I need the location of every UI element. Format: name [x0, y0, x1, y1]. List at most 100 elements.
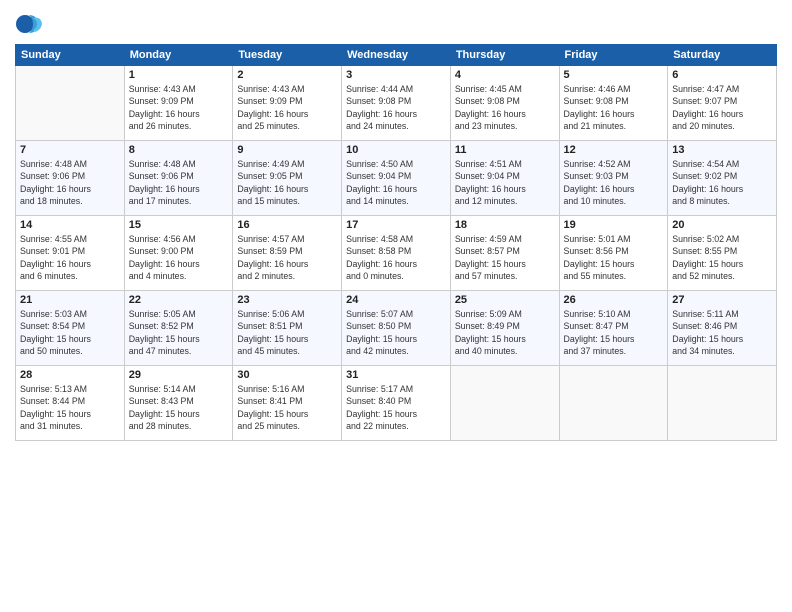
day-info: Sunrise: 4:50 AM Sunset: 9:04 PM Dayligh… [346, 158, 446, 207]
calendar-cell: 19 Sunrise: 5:01 AM Sunset: 8:56 PM Dayli… [559, 216, 668, 291]
calendar-cell: 20 Sunrise: 5:02 AM Sunset: 8:55 PM Dayli… [668, 216, 777, 291]
day-number: 30 [237, 369, 337, 381]
calendar-cell: 15Sunrise: 4:56 AM Sunset: 9:00 PM Dayli… [124, 216, 233, 291]
calendar-cell: 18 Sunrise: 4:59 AM Sunset: 8:57 PM Dayli… [450, 216, 559, 291]
weekday-header-tuesday: Tuesday [233, 45, 342, 66]
day-number: 13 [672, 144, 772, 156]
calendar-cell: 2 Sunrise: 4:43 AM Sunset: 9:09 PM Daylig… [233, 66, 342, 141]
calendar-cell: 9Sunrise: 4:49 AM Sunset: 9:05 PM Daylig… [233, 141, 342, 216]
day-info: Sunrise: 4:49 AM Sunset: 9:05 PM Dayligh… [237, 158, 337, 207]
weekday-header-saturday: Saturday [668, 45, 777, 66]
day-info: Sunrise: 5:02 AM Sunset: 8:55 PM Dayligh… [672, 233, 772, 282]
weekday-header-wednesday: Wednesday [342, 45, 451, 66]
calendar-cell: 25 Sunrise: 5:09 AM Sunset: 8:49 PM Dayli… [450, 291, 559, 366]
logo-icon [15, 10, 43, 38]
day-number: 1 [129, 69, 229, 81]
day-number: 2 [237, 69, 337, 81]
weekday-header-friday: Friday [559, 45, 668, 66]
calendar-cell: 28 Sunrise: 5:13 AM Sunset: 8:44 PM Dayli… [16, 366, 125, 441]
day-number: 21 [20, 294, 120, 306]
calendar-cell: 10Sunrise: 4:50 AM Sunset: 9:04 PM Dayli… [342, 141, 451, 216]
calendar-week-row: 28 Sunrise: 5:13 AM Sunset: 8:44 PM Dayli… [16, 366, 777, 441]
day-number: 22 [129, 294, 229, 306]
day-info: Sunrise: 4:45 AM Sunset: 9:08 PM Dayligh… [455, 83, 555, 132]
day-number: 20 [672, 219, 772, 231]
day-info: Sunrise: 4:47 AM Sunset: 9:07 PM Dayligh… [672, 83, 772, 132]
day-info: Sunrise: 5:16 AM Sunset: 8:41 PM Dayligh… [237, 383, 337, 432]
calendar-week-row: 7 Sunrise: 4:48 AM Sunset: 9:06 PM Daylig… [16, 141, 777, 216]
calendar-cell: 11 Sunrise: 4:51 AM Sunset: 9:04 PM Dayli… [450, 141, 559, 216]
calendar-cell: 24Sunrise: 5:07 AM Sunset: 8:50 PM Dayli… [342, 291, 451, 366]
weekday-header-row: SundayMondayTuesdayWednesdayThursdayFrid… [16, 45, 777, 66]
calendar-cell [450, 366, 559, 441]
day-number: 3 [346, 69, 446, 81]
header [15, 10, 777, 38]
calendar-cell: 12 Sunrise: 4:52 AM Sunset: 9:03 PM Dayli… [559, 141, 668, 216]
day-info: Sunrise: 5:13 AM Sunset: 8:44 PM Dayligh… [20, 383, 120, 432]
weekday-header-sunday: Sunday [16, 45, 125, 66]
day-number: 4 [455, 69, 555, 81]
calendar-cell: 26Sunrise: 5:10 AM Sunset: 8:47 PM Dayli… [559, 291, 668, 366]
day-number: 15 [129, 219, 229, 231]
calendar-table: SundayMondayTuesdayWednesdayThursdayFrid… [15, 44, 777, 441]
day-number: 31 [346, 369, 446, 381]
day-number: 6 [672, 69, 772, 81]
calendar-cell: 3 Sunrise: 4:44 AM Sunset: 9:08 PM Daylig… [342, 66, 451, 141]
day-info: Sunrise: 4:59 AM Sunset: 8:57 PM Dayligh… [455, 233, 555, 282]
calendar-week-row: 1 Sunrise: 4:43 AM Sunset: 9:09 PM Daylig… [16, 66, 777, 141]
day-info: Sunrise: 5:14 AM Sunset: 8:43 PM Dayligh… [129, 383, 229, 432]
day-info: Sunrise: 5:01 AM Sunset: 8:56 PM Dayligh… [564, 233, 664, 282]
day-info: Sunrise: 5:07 AM Sunset: 8:50 PM Dayligh… [346, 308, 446, 357]
day-info: Sunrise: 4:51 AM Sunset: 9:04 PM Dayligh… [455, 158, 555, 207]
day-number: 7 [20, 144, 120, 156]
day-number: 12 [564, 144, 664, 156]
calendar-cell: 4 Sunrise: 4:45 AM Sunset: 9:08 PM Daylig… [450, 66, 559, 141]
calendar-cell: 22Sunrise: 5:05 AM Sunset: 8:52 PM Dayli… [124, 291, 233, 366]
day-info: Sunrise: 5:10 AM Sunset: 8:47 PM Dayligh… [564, 308, 664, 357]
day-number: 19 [564, 219, 664, 231]
calendar-cell: 7 Sunrise: 4:48 AM Sunset: 9:06 PM Daylig… [16, 141, 125, 216]
day-info: Sunrise: 4:44 AM Sunset: 9:08 PM Dayligh… [346, 83, 446, 132]
day-number: 8 [129, 144, 229, 156]
calendar-cell: 14Sunrise: 4:55 AM Sunset: 9:01 PM Dayli… [16, 216, 125, 291]
calendar-cell [668, 366, 777, 441]
day-info: Sunrise: 5:09 AM Sunset: 8:49 PM Dayligh… [455, 308, 555, 357]
weekday-header-thursday: Thursday [450, 45, 559, 66]
weekday-header-monday: Monday [124, 45, 233, 66]
day-number: 17 [346, 219, 446, 231]
calendar-page: SundayMondayTuesdayWednesdayThursdayFrid… [0, 0, 792, 612]
calendar-cell: 1 Sunrise: 4:43 AM Sunset: 9:09 PM Daylig… [124, 66, 233, 141]
day-number: 27 [672, 294, 772, 306]
calendar-cell: 27 Sunrise: 5:11 AM Sunset: 8:46 PM Dayli… [668, 291, 777, 366]
day-info: Sunrise: 4:48 AM Sunset: 9:06 PM Dayligh… [20, 158, 120, 207]
day-info: Sunrise: 4:57 AM Sunset: 8:59 PM Dayligh… [237, 233, 337, 282]
calendar-cell: 23 Sunrise: 5:06 AM Sunset: 8:51 PM Dayli… [233, 291, 342, 366]
calendar-week-row: 21 Sunrise: 5:03 AM Sunset: 8:54 PM Dayli… [16, 291, 777, 366]
calendar-cell: 31 Sunrise: 5:17 AM Sunset: 8:40 PM Dayli… [342, 366, 451, 441]
calendar-cell: 13 Sunrise: 4:54 AM Sunset: 9:02 PM Dayli… [668, 141, 777, 216]
calendar-cell: 8Sunrise: 4:48 AM Sunset: 9:06 PM Daylig… [124, 141, 233, 216]
day-info: Sunrise: 5:03 AM Sunset: 8:54 PM Dayligh… [20, 308, 120, 357]
logo [15, 10, 47, 38]
day-info: Sunrise: 5:11 AM Sunset: 8:46 PM Dayligh… [672, 308, 772, 357]
day-number: 25 [455, 294, 555, 306]
day-number: 28 [20, 369, 120, 381]
calendar-cell: 17 Sunrise: 4:58 AM Sunset: 8:58 PM Dayli… [342, 216, 451, 291]
calendar-cell [559, 366, 668, 441]
day-info: Sunrise: 4:52 AM Sunset: 9:03 PM Dayligh… [564, 158, 664, 207]
calendar-cell: 30 Sunrise: 5:16 AM Sunset: 8:41 PM Dayli… [233, 366, 342, 441]
day-info: Sunrise: 4:58 AM Sunset: 8:58 PM Dayligh… [346, 233, 446, 282]
day-info: Sunrise: 4:46 AM Sunset: 9:08 PM Dayligh… [564, 83, 664, 132]
day-info: Sunrise: 5:06 AM Sunset: 8:51 PM Dayligh… [237, 308, 337, 357]
calendar-cell: 5 Sunrise: 4:46 AM Sunset: 9:08 PM Daylig… [559, 66, 668, 141]
day-number: 14 [20, 219, 120, 231]
day-number: 11 [455, 144, 555, 156]
day-number: 18 [455, 219, 555, 231]
day-number: 16 [237, 219, 337, 231]
day-info: Sunrise: 4:43 AM Sunset: 9:09 PM Dayligh… [129, 83, 229, 132]
day-number: 23 [237, 294, 337, 306]
day-number: 5 [564, 69, 664, 81]
day-info: Sunrise: 4:43 AM Sunset: 9:09 PM Dayligh… [237, 83, 337, 132]
day-info: Sunrise: 5:17 AM Sunset: 8:40 PM Dayligh… [346, 383, 446, 432]
day-info: Sunrise: 4:54 AM Sunset: 9:02 PM Dayligh… [672, 158, 772, 207]
